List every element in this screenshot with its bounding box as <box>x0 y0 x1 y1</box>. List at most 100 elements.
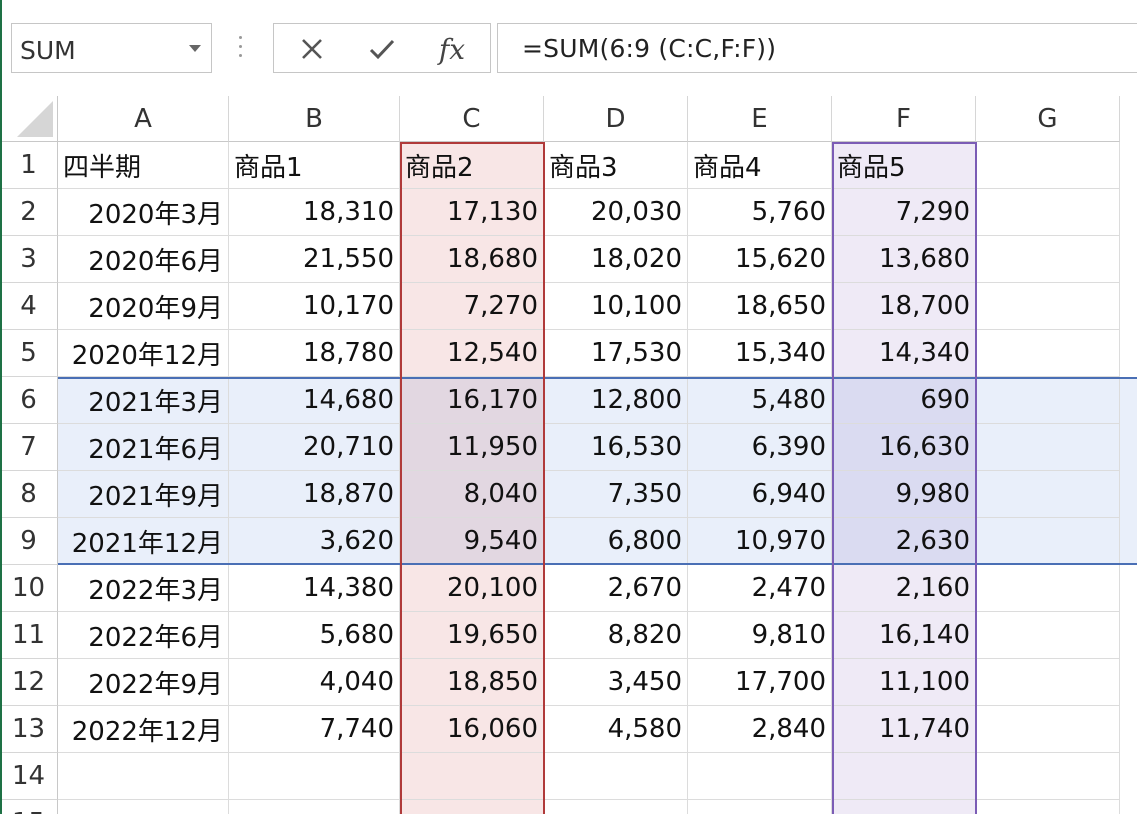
cell-g9[interactable] <box>976 518 1120 565</box>
row-header-15[interactable]: 15 <box>0 800 58 814</box>
cell-g15[interactable] <box>976 800 1120 814</box>
cell-b1[interactable]: 商品1 <box>229 142 400 189</box>
cell-b2[interactable]: 18,310 <box>229 189 400 236</box>
cell-f15[interactable] <box>832 800 976 814</box>
column-header-c[interactable]: C <box>400 96 544 142</box>
cell-b14[interactable] <box>229 753 400 800</box>
cell-e12[interactable]: 17,700 <box>688 659 832 706</box>
cell-d15[interactable] <box>544 800 688 814</box>
cell-f7[interactable]: 16,630 <box>832 424 976 471</box>
cell-a2[interactable]: 2020年3月 <box>58 189 229 236</box>
row-header-1[interactable]: 1 <box>0 142 58 189</box>
row-header-3[interactable]: 3 <box>0 236 58 283</box>
cell-c10[interactable]: 20,100 <box>400 565 544 612</box>
cell-a6[interactable]: 2021年3月 <box>58 377 229 424</box>
cell-e14[interactable] <box>688 753 832 800</box>
cell-g3[interactable] <box>976 236 1120 283</box>
cell-c11[interactable]: 19,650 <box>400 612 544 659</box>
cell-f3[interactable]: 13,680 <box>832 236 976 283</box>
cell-e15[interactable] <box>688 800 832 814</box>
cell-g5[interactable] <box>976 330 1120 377</box>
cell-c15[interactable] <box>400 800 544 814</box>
cell-d11[interactable]: 8,820 <box>544 612 688 659</box>
row-header-8[interactable]: 8 <box>0 471 58 518</box>
cell-g11[interactable] <box>976 612 1120 659</box>
column-header-b[interactable]: B <box>229 96 400 142</box>
cell-f1[interactable]: 商品5 <box>832 142 976 189</box>
cell-c14[interactable] <box>400 753 544 800</box>
cell-d14[interactable] <box>544 753 688 800</box>
cell-e11[interactable]: 9,810 <box>688 612 832 659</box>
row-header-9[interactable]: 9 <box>0 518 58 565</box>
cell-f8[interactable]: 9,980 <box>832 471 976 518</box>
cell-d7[interactable]: 16,530 <box>544 424 688 471</box>
cell-b10[interactable]: 14,380 <box>229 565 400 612</box>
cell-b4[interactable]: 10,170 <box>229 283 400 330</box>
cell-f12[interactable]: 11,100 <box>832 659 976 706</box>
cell-a13[interactable]: 2022年12月 <box>58 706 229 753</box>
cell-c5[interactable]: 12,540 <box>400 330 544 377</box>
row-header-14[interactable]: 14 <box>0 753 58 800</box>
name-box[interactable]: SUM <box>11 23 212 73</box>
cell-c7[interactable]: 11,950 <box>400 424 544 471</box>
check-icon[interactable] <box>362 32 402 66</box>
select-all-button[interactable] <box>0 96 58 142</box>
chevron-down-icon[interactable] <box>189 45 201 52</box>
cell-f10[interactable]: 2,160 <box>832 565 976 612</box>
more-options-icon[interactable] <box>239 36 243 60</box>
cell-c12[interactable]: 18,850 <box>400 659 544 706</box>
cell-e9[interactable]: 10,970 <box>688 518 832 565</box>
cell-f2[interactable]: 7,290 <box>832 189 976 236</box>
cell-d10[interactable]: 2,670 <box>544 565 688 612</box>
cell-b12[interactable]: 4,040 <box>229 659 400 706</box>
cell-a14[interactable] <box>58 753 229 800</box>
cell-d5[interactable]: 17,530 <box>544 330 688 377</box>
cell-a8[interactable]: 2021年9月 <box>58 471 229 518</box>
cell-a1[interactable]: 四半期 <box>58 142 229 189</box>
cell-g12[interactable] <box>976 659 1120 706</box>
cell-f4[interactable]: 18,700 <box>832 283 976 330</box>
cell-d8[interactable]: 7,350 <box>544 471 688 518</box>
cell-f13[interactable]: 11,740 <box>832 706 976 753</box>
cell-f9[interactable]: 2,630 <box>832 518 976 565</box>
cell-b9[interactable]: 3,620 <box>229 518 400 565</box>
cell-e7[interactable]: 6,390 <box>688 424 832 471</box>
cell-d3[interactable]: 18,020 <box>544 236 688 283</box>
close-icon[interactable] <box>292 32 332 66</box>
cell-c2[interactable]: 17,130 <box>400 189 544 236</box>
cell-g4[interactable] <box>976 283 1120 330</box>
cell-e2[interactable]: 5,760 <box>688 189 832 236</box>
cell-d4[interactable]: 10,100 <box>544 283 688 330</box>
row-header-12[interactable]: 12 <box>0 659 58 706</box>
column-header-d[interactable]: D <box>544 96 688 142</box>
cell-c8[interactable]: 8,040 <box>400 471 544 518</box>
row-header-5[interactable]: 5 <box>0 330 58 377</box>
row-header-4[interactable]: 4 <box>0 283 58 330</box>
row-header-13[interactable]: 13 <box>0 706 58 753</box>
cell-f11[interactable]: 16,140 <box>832 612 976 659</box>
cell-b11[interactable]: 5,680 <box>229 612 400 659</box>
cell-a15[interactable] <box>58 800 229 814</box>
cell-a7[interactable]: 2021年6月 <box>58 424 229 471</box>
column-header-g[interactable]: G <box>976 96 1120 142</box>
cell-b5[interactable]: 18,780 <box>229 330 400 377</box>
cell-b6[interactable]: 14,680 <box>229 377 400 424</box>
cell-g13[interactable] <box>976 706 1120 753</box>
cell-e1[interactable]: 商品4 <box>688 142 832 189</box>
cell-b7[interactable]: 20,710 <box>229 424 400 471</box>
row-header-2[interactable]: 2 <box>0 189 58 236</box>
cell-b13[interactable]: 7,740 <box>229 706 400 753</box>
cell-c3[interactable]: 18,680 <box>400 236 544 283</box>
row-header-10[interactable]: 10 <box>0 565 58 612</box>
cell-b3[interactable]: 21,550 <box>229 236 400 283</box>
row-header-7[interactable]: 7 <box>0 424 58 471</box>
cell-c1[interactable]: 商品2 <box>400 142 544 189</box>
cell-b8[interactable]: 18,870 <box>229 471 400 518</box>
cell-a9[interactable]: 2021年12月 <box>58 518 229 565</box>
cell-a3[interactable]: 2020年6月 <box>58 236 229 283</box>
cell-e5[interactable]: 15,340 <box>688 330 832 377</box>
cell-e6[interactable]: 5,480 <box>688 377 832 424</box>
cell-d1[interactable]: 商品3 <box>544 142 688 189</box>
cell-g7[interactable] <box>976 424 1120 471</box>
row-header-11[interactable]: 11 <box>0 612 58 659</box>
